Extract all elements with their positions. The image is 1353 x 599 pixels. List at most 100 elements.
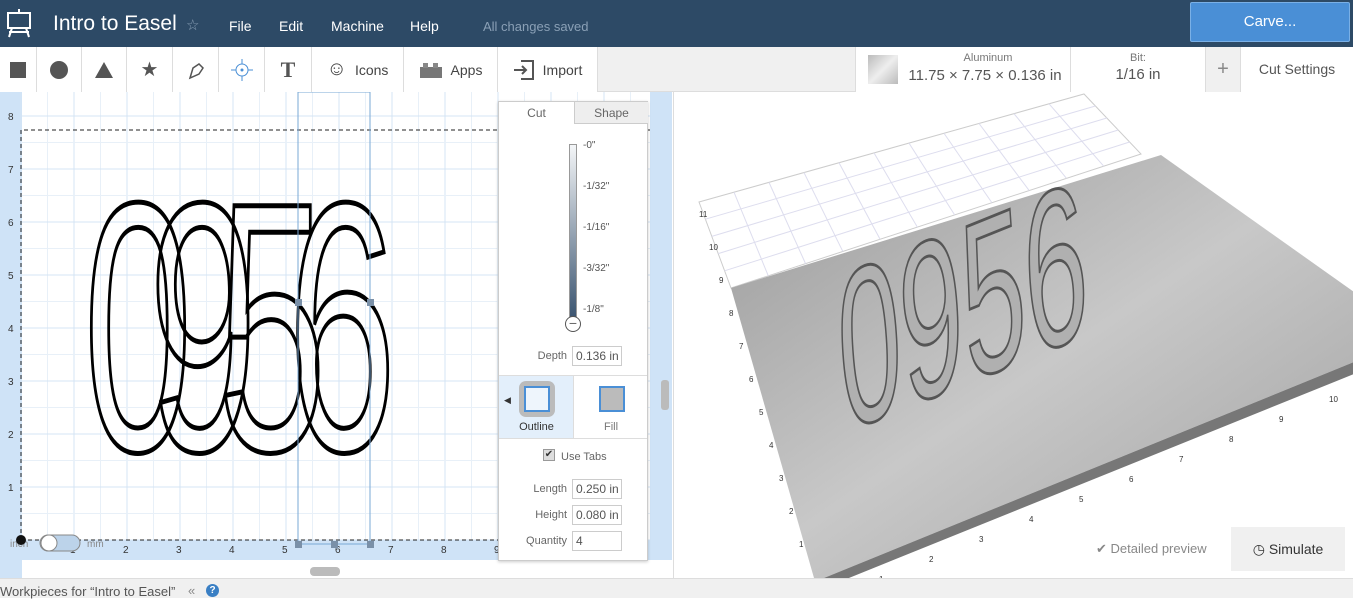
- x-tick-label: 3: [176, 545, 182, 556]
- pen-icon: [188, 62, 204, 79]
- depth-input[interactable]: 0.136 in: [572, 346, 622, 366]
- preview-y-tick: 11: [699, 210, 708, 219]
- depth-mark: -1/8": [583, 304, 604, 315]
- preview-x-tick: 6: [1129, 475, 1134, 484]
- star-icon[interactable]: ☆: [186, 16, 199, 34]
- x-tick-label: 7: [388, 545, 394, 556]
- pen-tool[interactable]: [173, 47, 219, 92]
- bit-value: 1/16 in: [1115, 66, 1161, 83]
- chevron-up-icon[interactable]: «: [188, 583, 195, 598]
- preview-x-tick: 8: [1229, 435, 1234, 444]
- material-name: Aluminum: [963, 52, 1013, 64]
- easel-logo-icon[interactable]: [6, 8, 32, 38]
- preview-y-tick: 8: [729, 309, 734, 318]
- preview-x-tick: 10: [1329, 395, 1338, 404]
- depth-slider-handle[interactable]: −: [565, 316, 581, 332]
- preview-x-tick: 9: [1279, 415, 1284, 424]
- fill-label: Fill: [603, 421, 619, 433]
- fill-option[interactable]: Fill: [574, 376, 648, 438]
- horizontal-scrollbar[interactable]: [310, 567, 340, 576]
- circle-icon: [50, 60, 68, 79]
- selection-handle: [295, 299, 302, 306]
- text-tool[interactable]: T: [265, 47, 312, 92]
- workpieces-bar[interactable]: Workpieces for “Intro to Easel” « ?: [0, 578, 1353, 599]
- y-tick-label: 4: [8, 324, 14, 335]
- x-tick-label: 2: [123, 545, 129, 556]
- cut-settings-button[interactable]: Cut Settings: [1240, 47, 1353, 92]
- import-label: Import: [542, 61, 583, 78]
- 3d-preview[interactable]: 095612345678910111234567891011 ✔ Detaile…: [673, 92, 1353, 578]
- material-selector[interactable]: Aluminum 11.75 × 7.75 × 0.136 in: [855, 47, 1070, 92]
- preview-y-tick: 1: [799, 540, 804, 549]
- quantity-input[interactable]: 4: [572, 531, 622, 551]
- depth-mark: -1/16": [583, 222, 610, 233]
- clock-icon: ◷: [1252, 541, 1269, 557]
- preview-y-tick: 4: [769, 441, 774, 450]
- selection-handle: [367, 299, 374, 306]
- import-button[interactable]: Import: [498, 47, 598, 92]
- crosshair-icon: [230, 58, 253, 81]
- tab-shape[interactable]: Shape: [574, 102, 648, 124]
- text-icon: T: [280, 56, 296, 82]
- cut-panel: Cut Shape − -0" -1/32" -1/16" -3/32" -1/8" D…: [498, 101, 648, 561]
- selection-handle: [331, 541, 338, 548]
- height-input[interactable]: 0.080 in: [572, 505, 622, 525]
- check-icon: ✔: [1096, 541, 1111, 556]
- apps-button[interactable]: Apps: [404, 47, 498, 92]
- menu-help[interactable]: Help: [410, 18, 439, 34]
- preview-y-tick: 10: [709, 243, 718, 252]
- simulate-button[interactable]: ◷ Simulate: [1231, 527, 1345, 571]
- target-tool[interactable]: [219, 47, 265, 92]
- origin-dot: [16, 535, 26, 545]
- bit-selector[interactable]: Bit: 1/16 in: [1070, 47, 1205, 92]
- x-tick-label: 4: [229, 545, 235, 556]
- depth-slider[interactable]: [569, 144, 577, 319]
- unit-mm-label: mm: [87, 539, 104, 550]
- triangle-tool[interactable]: [82, 47, 127, 92]
- preview-x-tick: 3: [979, 535, 984, 544]
- y-tick-label: 8: [8, 112, 14, 123]
- circle-tool[interactable]: [37, 47, 82, 92]
- outline-label: Outline: [519, 421, 554, 433]
- preview-y-tick: 9: [719, 276, 724, 285]
- preview-x-tick: 7: [1179, 455, 1184, 464]
- smiley-icon: ☺: [326, 58, 347, 80]
- unit-toggle-knob: [40, 534, 58, 552]
- y-tick-label: 6: [8, 218, 14, 229]
- lego-brick-icon: [419, 62, 442, 78]
- preview-x-tick: 4: [1029, 515, 1034, 524]
- length-input[interactable]: 0.250 in: [572, 479, 622, 499]
- use-tabs-checkbox[interactable]: ✔: [543, 449, 555, 461]
- menu-edit[interactable]: Edit: [279, 18, 303, 34]
- preview-x-tick: 5: [1079, 495, 1084, 504]
- outline-option[interactable]: ◀ Outline: [499, 376, 574, 438]
- project-title[interactable]: Intro to Easel: [53, 12, 177, 36]
- carve-button[interactable]: Carve...: [1190, 2, 1350, 42]
- use-tabs-label: Use Tabs: [561, 451, 607, 463]
- y-tick-label: 2: [8, 430, 14, 441]
- bit-label: Bit:: [1130, 52, 1146, 64]
- tab-cut[interactable]: Cut: [499, 102, 574, 124]
- preview-x-tick: 2: [929, 555, 934, 564]
- depth-label: Depth: [537, 350, 567, 362]
- depth-mark: -0": [583, 140, 596, 151]
- y-tick-label: 1: [8, 483, 14, 494]
- menu-file[interactable]: File: [229, 18, 252, 34]
- detailed-preview-toggle[interactable]: ✔ Detailed preview: [1096, 541, 1207, 557]
- help-icon[interactable]: ?: [206, 584, 219, 597]
- preview-y-tick: 2: [789, 507, 794, 516]
- star-tool[interactable]: ★: [127, 47, 173, 92]
- save-status: All changes saved: [483, 19, 589, 34]
- square-tool[interactable]: [0, 47, 37, 92]
- x-tick-label: 5: [282, 545, 288, 556]
- icons-button[interactable]: ☺ Icons: [312, 47, 404, 92]
- preview-y-tick: 7: [739, 342, 744, 351]
- splitter-handle[interactable]: [661, 380, 669, 410]
- x-tick-label: 8: [441, 545, 447, 556]
- add-bit-button[interactable]: +: [1205, 47, 1240, 92]
- menu-machine[interactable]: Machine: [331, 18, 384, 34]
- y-tick-label: 5: [8, 271, 14, 282]
- apps-label: Apps: [450, 61, 483, 78]
- preview-y-tick: 3: [779, 474, 784, 483]
- preview-scene[interactable]: 095612345678910111234567891011: [674, 92, 1353, 578]
